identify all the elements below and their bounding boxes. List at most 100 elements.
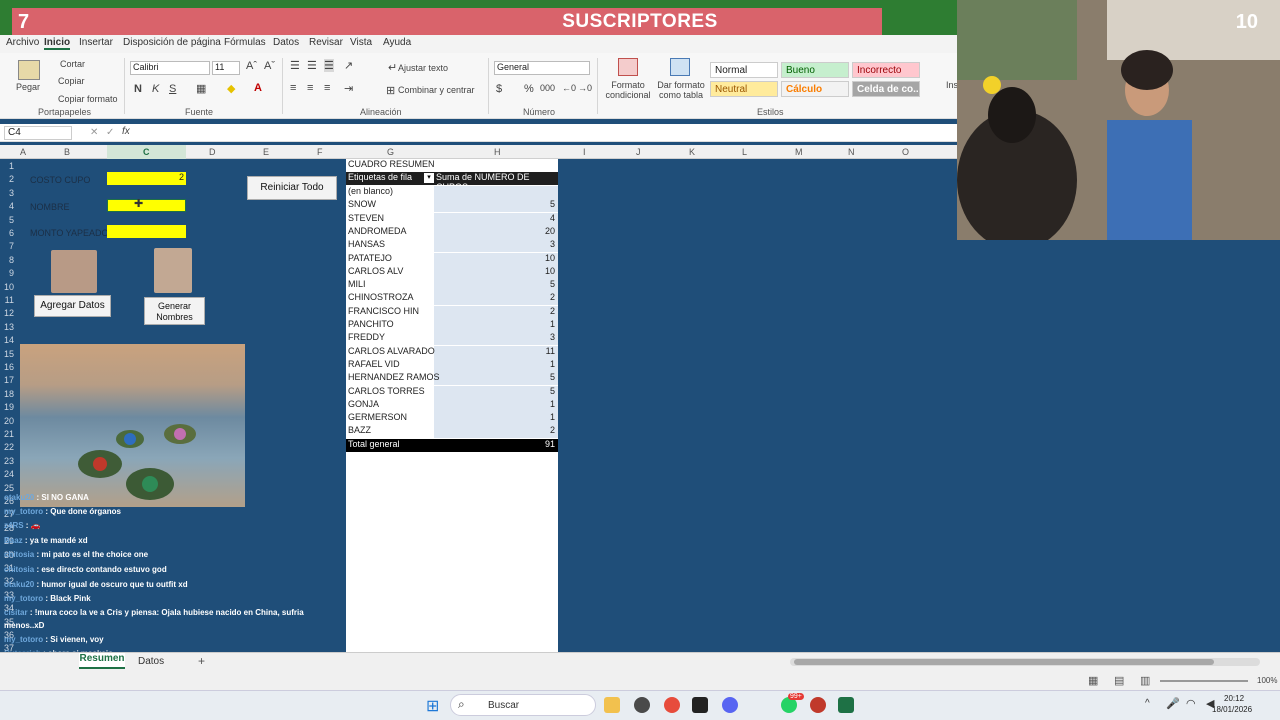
row-header[interactable]: 8	[2, 255, 14, 265]
formula-input[interactable]	[138, 125, 958, 141]
pivot-header-label[interactable]: Etiquetas de fila	[348, 172, 412, 182]
column-header[interactable]: L	[742, 147, 747, 157]
pivot-row[interactable]: ANDROMEDA 20	[346, 225, 558, 239]
monto-cell[interactable]	[107, 225, 186, 238]
pivot-row[interactable]: CARLOS ALVARADO 11	[346, 345, 558, 359]
pivot-row[interactable]: GERMERSON 1	[346, 412, 558, 426]
generate-names-button[interactable]: Generar Nombres	[144, 297, 205, 325]
style-neutral[interactable]: Neutral	[710, 81, 778, 97]
column-header[interactable]: N	[848, 147, 855, 157]
tab-datos[interactable]: Datos	[273, 37, 299, 48]
pivot-row[interactable]: BAZZ 2	[346, 425, 558, 439]
page-layout-icon[interactable]: ▤	[1114, 674, 1124, 687]
row-header[interactable]: 21	[2, 429, 14, 439]
row-header[interactable]: 11	[2, 295, 14, 305]
pivot-row[interactable]: SNOW 5	[346, 199, 558, 213]
percent-icon[interactable]: %	[524, 83, 534, 95]
grow-font-icon[interactable]: Aˆ	[246, 60, 257, 72]
column-header[interactable]: B	[64, 147, 70, 157]
wrap-text-button[interactable]: Ajustar texto	[398, 63, 448, 73]
column-header[interactable]: J	[636, 147, 641, 157]
tab-ayuda[interactable]: Ayuda	[383, 37, 411, 48]
cut-button[interactable]: Cortar	[60, 59, 85, 69]
clock-time[interactable]: 20:12	[1224, 694, 1244, 703]
bold-icon[interactable]: N	[134, 83, 142, 95]
row-header[interactable]: 6	[2, 228, 14, 238]
windows-start-icon[interactable]: ⊞	[426, 696, 439, 716]
pivot-row[interactable]: FREDDY 3	[346, 332, 558, 346]
pivot-row[interactable]: PANCHITO 1	[346, 319, 558, 332]
row-header[interactable]: 15	[2, 349, 14, 359]
tab-vista[interactable]: Vista	[350, 37, 372, 48]
tab-disposicion[interactable]: Disposición de página	[123, 37, 221, 48]
cancel-icon[interactable]: ✕	[90, 127, 98, 138]
font-color-icon[interactable]: A	[254, 82, 262, 94]
add-sheet-icon[interactable]: +	[198, 654, 205, 668]
column-header[interactable]: A	[20, 147, 26, 157]
align-left-icon[interactable]: ≡	[290, 82, 296, 94]
paste-icon[interactable]	[18, 60, 40, 80]
app-icon[interactable]	[810, 697, 826, 713]
row-header[interactable]: 1	[2, 161, 14, 171]
row-header[interactable]: 22	[2, 442, 14, 452]
tab-inicio[interactable]: Inicio	[44, 37, 71, 50]
pivot-row[interactable]: RAFAEL VID 1	[346, 358, 558, 372]
increase-decimal-icon[interactable]: ←0	[562, 83, 576, 93]
filter-dropdown-icon[interactable]: ▾	[424, 173, 434, 183]
indent-icon[interactable]: ⇥	[344, 82, 353, 95]
tab-archivo[interactable]: Archivo	[6, 37, 39, 48]
insert-function-icon[interactable]: fx	[122, 126, 130, 137]
align-center-icon[interactable]: ≡	[307, 82, 313, 94]
merge-center-button[interactable]: Combinar y centrar	[398, 85, 475, 95]
wifi-icon[interactable]: ◠	[1186, 697, 1196, 710]
column-header[interactable]: D	[209, 147, 216, 157]
tab-insertar[interactable]: Insertar	[79, 37, 113, 48]
excel-icon[interactable]	[838, 697, 854, 713]
font-name-select[interactable]: Calibri	[130, 61, 210, 75]
column-header[interactable]: I	[583, 147, 586, 157]
normal-view-icon[interactable]: ▦	[1088, 674, 1098, 687]
paste-button[interactable]: Pegar	[16, 82, 40, 92]
fill-color-icon[interactable]: ◆	[227, 82, 235, 95]
row-header[interactable]: 18	[2, 389, 14, 399]
column-header[interactable]: O	[902, 147, 909, 157]
pivot-row[interactable]: STEVEN 4	[346, 212, 558, 226]
row-header[interactable]: 2	[2, 174, 14, 184]
enter-icon[interactable]: ✓	[106, 127, 114, 138]
align-middle-icon[interactable]: ☰	[307, 59, 317, 72]
name-box[interactable]: C4	[4, 126, 72, 140]
column-header[interactable]: G	[387, 147, 394, 157]
zoom-slider[interactable]	[1160, 680, 1248, 682]
italic-icon[interactable]: K	[152, 83, 159, 95]
sheet-tab-datos[interactable]: Datos	[138, 656, 164, 667]
row-header[interactable]: 14	[2, 335, 14, 345]
style-normal[interactable]: Normal	[710, 62, 778, 78]
row-header[interactable]: 13	[2, 322, 14, 332]
costo-cupo-cell[interactable]: 2	[107, 172, 186, 185]
style-calculation[interactable]: Cálculo	[781, 81, 849, 97]
tab-revisar[interactable]: Revisar	[309, 37, 343, 48]
file-explorer-icon[interactable]	[604, 697, 620, 713]
column-header[interactable]: F	[317, 147, 323, 157]
align-top-icon[interactable]: ☰	[290, 59, 300, 72]
chevron-up-icon[interactable]: ^	[1145, 698, 1150, 709]
taskbar-search[interactable]: Buscar	[450, 694, 596, 716]
clock-date[interactable]: 18/01/2026	[1212, 705, 1252, 714]
capcut-icon[interactable]	[692, 697, 708, 713]
column-header[interactable]: C	[143, 147, 150, 157]
row-header[interactable]: 23	[2, 456, 14, 466]
row-header[interactable]: 3	[2, 188, 14, 198]
row-header[interactable]: 4	[2, 201, 14, 211]
pivot-row[interactable]: CARLOS ALV 10	[346, 265, 558, 279]
row-header[interactable]: 16	[2, 362, 14, 372]
conditional-format-button[interactable]: Formato condicional	[603, 80, 653, 100]
nombre-cell[interactable]	[107, 199, 186, 212]
sheet-tab-resumen[interactable]: Resumen	[79, 653, 125, 669]
row-header[interactable]: 5	[2, 215, 14, 225]
row-header[interactable]: 7	[2, 241, 14, 251]
scrollbar-thumb[interactable]	[794, 659, 1214, 665]
pivot-row[interactable]: HANSAS 3	[346, 239, 558, 253]
copy-button[interactable]: Copiar	[58, 76, 85, 86]
style-bad[interactable]: Incorrecto	[852, 62, 920, 78]
orientation-icon[interactable]: ↗	[344, 59, 353, 72]
